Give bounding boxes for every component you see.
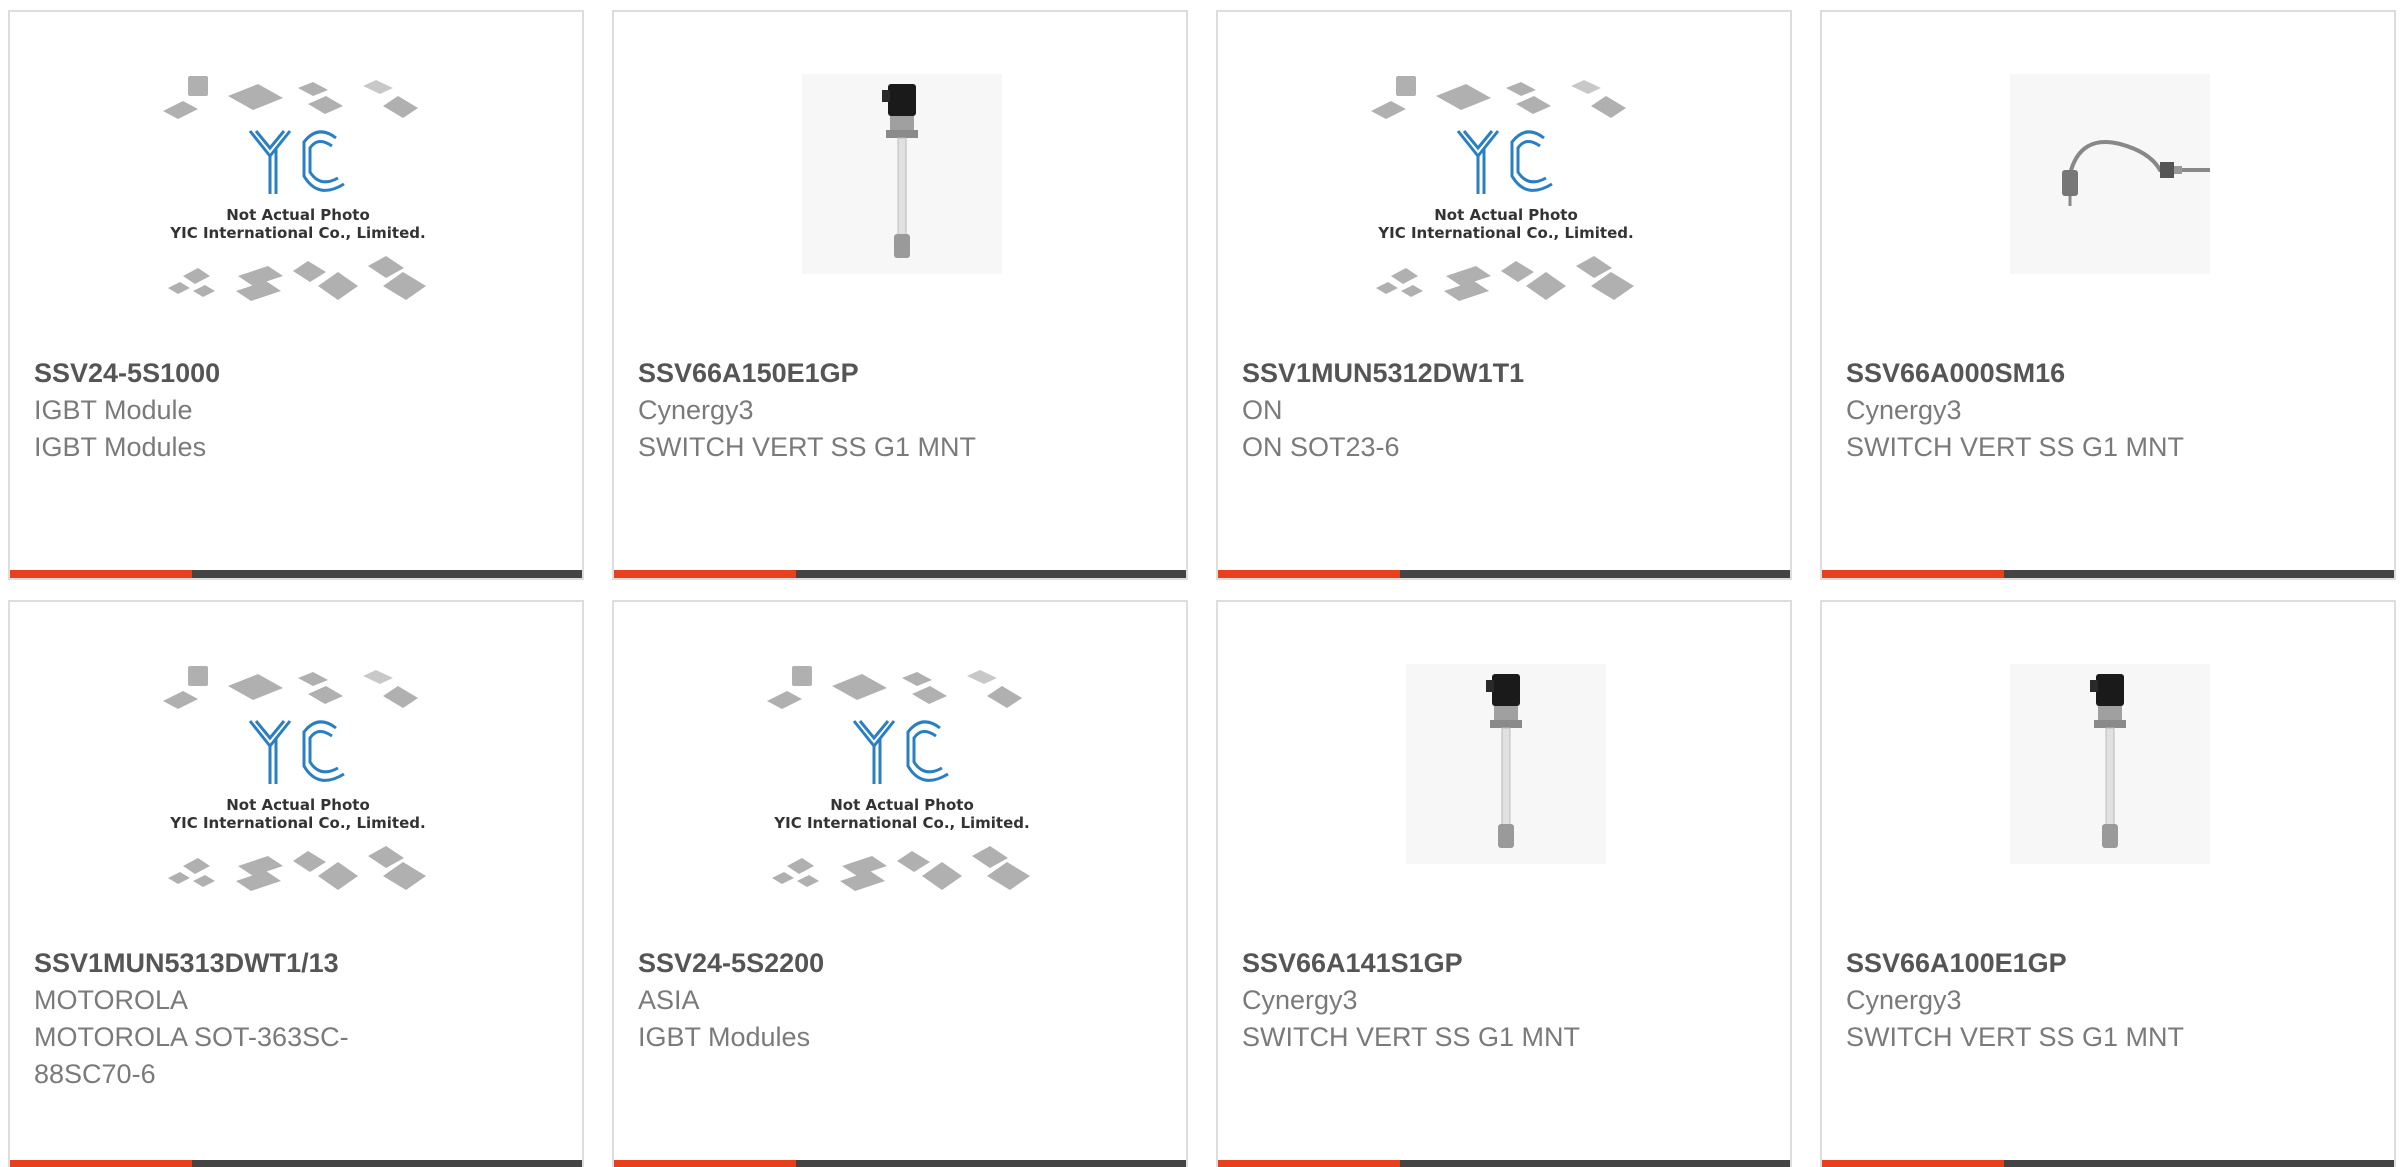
description: IGBT Modules	[34, 432, 207, 462]
product-card[interactable]: SSV66A100E1GP Cynergy3 SWITCH VERT SS G1…	[1820, 600, 2396, 1167]
manufacturer: Cynergy3	[1846, 395, 1962, 425]
card-bottom-bar	[10, 570, 582, 578]
manufacturer: Cynergy3	[638, 395, 754, 425]
bent-float-switch-image	[2010, 74, 2210, 274]
product-image[interactable]	[1822, 12, 2394, 352]
part-number[interactable]: SSV24-5S2200	[638, 945, 998, 982]
placeholder-caption-line1: Not Actual Photo	[226, 796, 370, 814]
description: SWITCH VERT SS G1 MNT	[1846, 432, 2185, 462]
part-number[interactable]: SSV1MUN5313DWT1/13	[34, 945, 394, 982]
placeholder-caption-line1: Not Actual Photo	[1434, 206, 1578, 224]
product-grid: Not Actual Photo YIC International Co., …	[0, 0, 2400, 1167]
product-card[interactable]: SSV66A141S1GP Cynergy3 SWITCH VERT SS G1…	[1216, 600, 1792, 1167]
manufacturer: MOTOROLA	[34, 985, 189, 1015]
manufacturer: Cynergy3	[1242, 985, 1358, 1015]
product-card[interactable]: Not Actual Photo YIC International Co., …	[612, 600, 1188, 1167]
manufacturer: ASIA	[638, 985, 700, 1015]
manufacturer: IGBT Module	[34, 395, 193, 425]
product-image[interactable]: Not Actual Photo YIC International Co., …	[10, 12, 582, 352]
part-number[interactable]: SSV66A141S1GP	[1242, 945, 1602, 982]
manufacturer: Cynergy3	[1846, 985, 1962, 1015]
vertical-float-switch-image	[802, 74, 1002, 274]
part-number[interactable]: SSV66A100E1GP	[1846, 945, 2206, 982]
yic-placeholder-image: Not Actual Photo YIC International Co., …	[762, 666, 1042, 906]
card-bottom-bar	[1218, 1160, 1790, 1167]
product-card[interactable]: Not Actual Photo YIC International Co., …	[8, 600, 584, 1167]
manufacturer: ON	[1242, 395, 1283, 425]
product-card[interactable]: Not Actual Photo YIC International Co., …	[1216, 10, 1792, 580]
placeholder-caption-line2: YIC International Co., Limited.	[170, 224, 426, 242]
card-bottom-bar	[10, 1160, 582, 1167]
product-image[interactable]: Not Actual Photo YIC International Co., …	[10, 602, 582, 942]
vertical-float-switch-image	[2010, 664, 2210, 864]
product-image[interactable]	[614, 12, 1186, 352]
placeholder-caption-line2: YIC International Co., Limited.	[774, 814, 1030, 832]
description: SWITCH VERT SS G1 MNT	[638, 432, 977, 462]
product-card[interactable]: SSV66A150E1GP Cynergy3 SWITCH VERT SS G1…	[612, 10, 1188, 580]
part-number[interactable]: SSV24-5S1000	[34, 355, 394, 392]
description: MOTOROLA SOT-363SC-88SC70-6	[34, 1022, 349, 1089]
description: ON SOT23-6	[1242, 432, 1400, 462]
description: SWITCH VERT SS G1 MNT	[1846, 1022, 2185, 1052]
placeholder-caption-line2: YIC International Co., Limited.	[1378, 224, 1634, 242]
yic-placeholder-image: Not Actual Photo YIC International Co., …	[1366, 76, 1646, 316]
card-bottom-bar	[1218, 570, 1790, 578]
card-bottom-bar	[614, 570, 1186, 578]
placeholder-caption-line1: Not Actual Photo	[830, 796, 974, 814]
product-image[interactable]	[1822, 602, 2394, 942]
part-number[interactable]: SSV1MUN5312DW1T1	[1242, 355, 1602, 392]
description: IGBT Modules	[638, 1022, 811, 1052]
product-card[interactable]: Not Actual Photo YIC International Co., …	[8, 10, 584, 580]
product-image[interactable]: Not Actual Photo YIC International Co., …	[1218, 12, 1790, 352]
vertical-float-switch-image	[1406, 664, 1606, 864]
product-card[interactable]: SSV66A000SM16 Cynergy3 SWITCH VERT SS G1…	[1820, 10, 2396, 580]
part-number[interactable]: SSV66A150E1GP	[638, 355, 998, 392]
placeholder-caption-line2: YIC International Co., Limited.	[170, 814, 426, 832]
card-bottom-bar	[1822, 570, 2394, 578]
yic-placeholder-image: Not Actual Photo YIC International Co., …	[158, 666, 438, 906]
card-bottom-bar	[614, 1160, 1186, 1167]
product-image[interactable]	[1218, 602, 1790, 942]
part-number[interactable]: SSV66A000SM16	[1846, 355, 2206, 392]
product-image[interactable]: Not Actual Photo YIC International Co., …	[614, 602, 1186, 942]
card-bottom-bar	[1822, 1160, 2394, 1167]
description: SWITCH VERT SS G1 MNT	[1242, 1022, 1581, 1052]
placeholder-caption-line1: Not Actual Photo	[226, 206, 370, 224]
yic-placeholder-image: Not Actual Photo YIC International Co., …	[158, 76, 438, 316]
